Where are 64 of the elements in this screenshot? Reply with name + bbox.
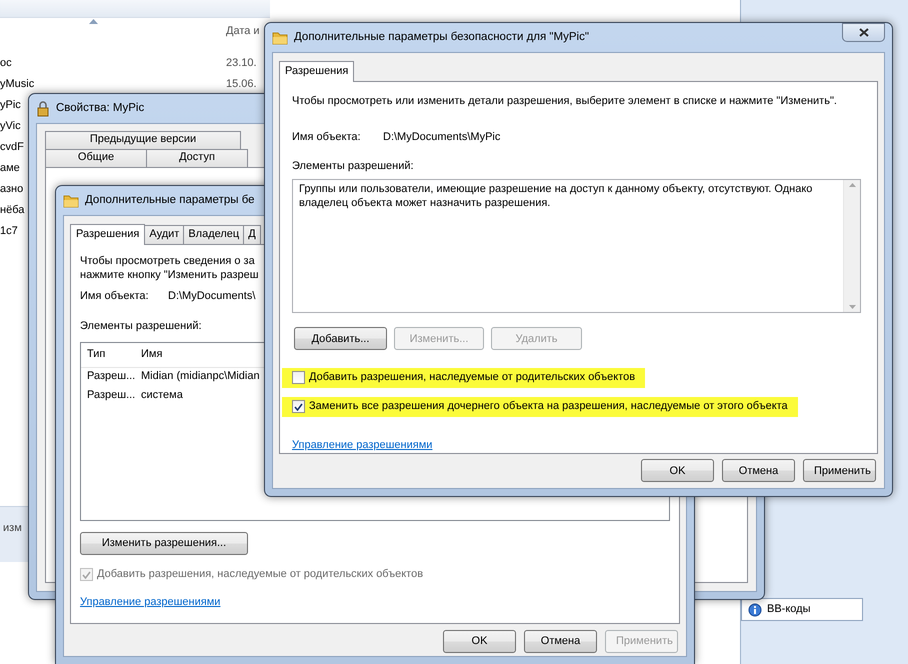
list-message: Группы или пользователи, имеющие разрешение на доступ к данному объекту, отсутствуют. Однако владелец объекта может назначить разрешения. <box>298 182 814 211</box>
close-icon <box>858 28 868 37</box>
dialog-button[interactable]: Применить <box>803 459 876 482</box>
checkmark-icon <box>294 402 303 411</box>
manage-permissions-link[interactable]: Управление разрешениями <box>80 596 220 608</box>
section-label: Элементы разрешений: <box>80 320 203 334</box>
checkbox-label: Заменить все разрешения дочернего объекта на разрешения, наследуемые от этого объекта <box>309 400 788 414</box>
file-date: 23.10. <box>226 56 257 70</box>
file-name[interactable]: аме <box>0 162 20 176</box>
scroll-up-icon <box>848 183 856 187</box>
button-label: BB-коды <box>767 602 810 616</box>
file-name[interactable]: cvdF <box>0 140 24 154</box>
dialog-button[interactable]: Отмена <box>524 630 597 653</box>
table-cell-text: система <box>140 389 183 404</box>
tab[interactable]: Доступ <box>146 149 248 167</box>
table-cell-text: Midian (midianpc\Midian <box>140 370 260 384</box>
tab[interactable]: Предыдущие версии <box>45 131 241 149</box>
column-header[interactable]: Имя <box>135 348 162 362</box>
window-title: Дополнительные параметры бе <box>85 193 255 208</box>
checkbox[interactable] <box>292 400 305 414</box>
file-name[interactable]: 1с7 <box>0 224 18 238</box>
table-cell-text: Разреш... <box>86 370 135 384</box>
file-name[interactable]: yVic <box>0 120 21 134</box>
scroll-down-icon <box>848 305 856 309</box>
section-label: Элементы разрешений: <box>292 160 415 174</box>
folder-icon <box>63 194 79 208</box>
tab[interactable]: Разрешения <box>70 224 146 245</box>
field-value: D:\MyDocuments\ <box>168 290 256 304</box>
tab[interactable]: Владелец <box>183 225 244 244</box>
column-header[interactable]: Тип <box>81 348 135 362</box>
file-name[interactable]: нёба <box>0 204 24 218</box>
table-cell-text: Разреш... <box>86 389 135 404</box>
checkmark-icon <box>82 570 91 579</box>
checkbox[interactable] <box>292 371 305 384</box>
checkbox-label: Добавить разрешения, наследуемые от родительских объектов <box>97 568 424 582</box>
field-value: D:\MyDocuments\MyPic <box>383 130 500 144</box>
manage-permissions-link[interactable]: Управление разрешениями <box>292 438 432 450</box>
field-label: Имя объекта: <box>80 290 150 304</box>
dialog-button[interactable]: Добавить... <box>294 327 387 350</box>
padlock-icon <box>36 100 50 116</box>
folder-icon <box>272 30 288 44</box>
tab[interactable]: Аудит <box>144 225 184 244</box>
dialog-button[interactable]: OK <box>641 459 714 482</box>
file-name[interactable]: азно <box>0 182 24 196</box>
dialog-button[interactable]: Изменить разрешения... <box>80 532 248 555</box>
dialog-button[interactable]: OK <box>443 630 516 653</box>
file-name[interactable]: yMusic <box>0 78 34 92</box>
window-title: Дополнительные параметры безопасности для "MyPic" <box>294 30 589 45</box>
bbcode-button[interactable]: BB-коды <box>741 598 863 621</box>
column-header[interactable]: Дата и <box>226 25 260 39</box>
file-name[interactable]: ос <box>0 56 12 70</box>
instruction-text: Чтобы просмотреть или изменить детали разрешения, выберите элемент в списке и нажмите "Изменить". <box>292 94 838 108</box>
dialog-button[interactable]: Отмена <box>722 459 795 482</box>
tab[interactable]: Разрешения <box>279 61 354 82</box>
tab[interactable]: Д <box>243 225 261 244</box>
tab[interactable]: Общие <box>45 149 147 167</box>
window-title: Свойства: MyPic <box>56 101 144 116</box>
close-button[interactable] <box>842 23 885 42</box>
instruction-text: Чтобы просмотреть сведения о за нажмите кнопку "Изменить разреш <box>80 254 260 282</box>
info-icon <box>748 602 762 616</box>
field-label: Имя объекта: <box>292 130 362 144</box>
file-name[interactable]: yPic <box>0 98 21 112</box>
file-date: 15.06. <box>226 78 257 92</box>
checkbox-label: Добавить разрешения, наследуемые от родительских объектов <box>309 371 636 385</box>
